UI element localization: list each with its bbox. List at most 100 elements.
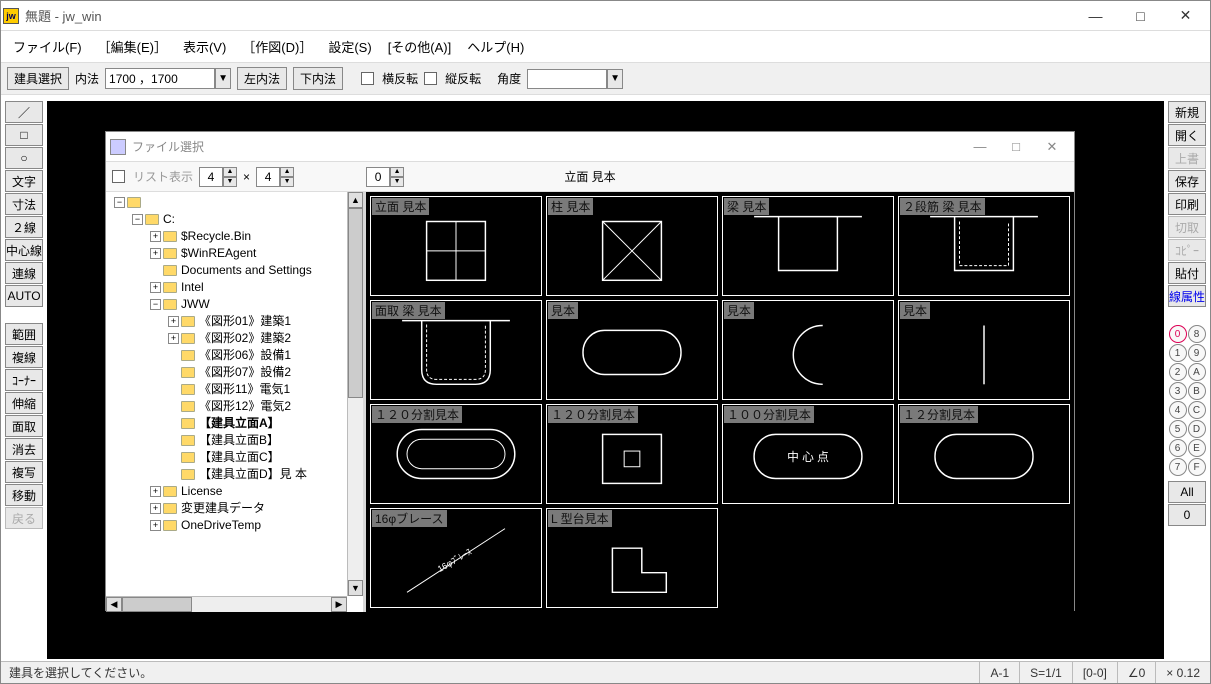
tree-node[interactable]: +$Recycle.Bin (114, 228, 361, 245)
menu-item[interactable]: ヘルプ(H) (461, 35, 530, 58)
tool-button[interactable]: 消去 (5, 438, 43, 460)
scroll-up-icon[interactable]: ▲ (348, 192, 363, 208)
tree-node[interactable]: 《図形07》設備2 (114, 364, 361, 381)
expand-icon[interactable]: + (150, 282, 161, 293)
tool-button[interactable]: ／ (5, 101, 43, 123)
inner-dimension-value[interactable]: 1700 ，1700 (105, 68, 215, 89)
tool-button[interactable]: 開く (1168, 124, 1206, 146)
tree-node[interactable]: 【建具立面A】 (114, 415, 361, 432)
tool-button[interactable]: 戻る (5, 507, 43, 529)
status-scale-cell[interactable]: S=1/1 (1019, 662, 1072, 683)
chevron-down-icon[interactable]: ▼ (607, 69, 623, 89)
tool-button[interactable]: □ (5, 124, 43, 146)
thumbnail-item[interactable]: １２０分割見本 (370, 404, 542, 504)
tool-button[interactable]: 上書 (1168, 147, 1206, 169)
tool-button[interactable]: 保存 (1168, 170, 1206, 192)
rows-spinner[interactable]: ▲▼ (256, 167, 294, 187)
list-view-checkbox[interactable] (112, 170, 125, 183)
tool-button[interactable]: 範囲 (5, 323, 43, 345)
layer-cell[interactable]: 0 (1169, 325, 1187, 343)
menu-item[interactable]: [その他(A)] (382, 35, 458, 58)
tool-button[interactable]: 移動 (5, 484, 43, 506)
angle-value[interactable] (527, 69, 607, 89)
thumbnail-item[interactable]: １００分割見本中 心 点 (722, 404, 894, 504)
up-icon[interactable]: ▲ (223, 167, 237, 177)
tree-node[interactable]: +$WinREAgent (114, 245, 361, 262)
tool-button[interactable]: ｺｰﾅｰ (5, 369, 43, 391)
expand-icon[interactable]: + (150, 486, 161, 497)
menu-item[interactable]: 設定(S) (322, 35, 377, 58)
collapse-icon[interactable]: − (150, 299, 161, 310)
tool-button[interactable]: ２線 (5, 216, 43, 238)
tool-button[interactable]: 印刷 (1168, 193, 1206, 215)
layer-zero-button[interactable]: 0 (1168, 504, 1206, 526)
thumbnail-item[interactable]: 立面 見本 (370, 196, 542, 296)
tool-button[interactable]: 貼付 (1168, 262, 1206, 284)
up-icon[interactable]: ▲ (390, 167, 404, 177)
page-input[interactable] (366, 167, 390, 187)
scroll-down-icon[interactable]: ▼ (348, 580, 363, 596)
layer-cell[interactable]: C (1188, 401, 1206, 419)
tool-button[interactable]: 伸縮 (5, 392, 43, 414)
tool-button[interactable]: 線属性 (1168, 285, 1206, 307)
tool-button[interactable]: 複写 (5, 461, 43, 483)
close-button[interactable]: ✕ (1163, 1, 1208, 31)
page-spinner[interactable]: ▲▼ (366, 167, 404, 187)
thumbnail-item[interactable]: 見本 (898, 300, 1070, 400)
layer-cell[interactable]: F (1188, 458, 1206, 476)
status-layer-cell[interactable]: A-1 (979, 662, 1019, 683)
layer-cell[interactable]: 2 (1169, 363, 1187, 381)
expand-icon[interactable]: + (168, 333, 179, 344)
tool-button[interactable]: 連線 (5, 262, 43, 284)
scroll-track[interactable] (192, 597, 331, 612)
expand-icon[interactable]: + (150, 520, 161, 531)
maximize-button[interactable]: □ (1118, 1, 1163, 31)
status-angle-cell[interactable]: ∠0 (1117, 662, 1155, 683)
dialog-minimize-button[interactable]: — (962, 133, 998, 161)
scroll-thumb[interactable] (348, 208, 363, 398)
tool-button[interactable]: 新規 (1168, 101, 1206, 123)
layer-cell[interactable]: A (1188, 363, 1206, 381)
layer-cell[interactable]: 6 (1169, 439, 1187, 457)
dialog-maximize-button[interactable]: □ (998, 133, 1034, 161)
tool-button[interactable]: ｺﾋﾟｰ (1168, 239, 1206, 261)
tree-node[interactable]: −C: (114, 211, 361, 228)
status-zoom-cell[interactable]: × 0.12 (1155, 662, 1210, 683)
tool-button[interactable]: 切取 (1168, 216, 1206, 238)
up-icon[interactable]: ▲ (280, 167, 294, 177)
expand-icon[interactable]: + (150, 248, 161, 259)
tree-horizontal-scrollbar[interactable]: ◀ ▶ (106, 596, 347, 612)
thumbnail-item[interactable]: 梁 見本 (722, 196, 894, 296)
tree-node[interactable]: −JWW (114, 296, 361, 313)
tool-button[interactable]: 文字 (5, 170, 43, 192)
tree-node[interactable]: 【建具立面C】 (114, 449, 361, 466)
left-inner-button[interactable]: 左内法 (237, 67, 287, 90)
tree-node[interactable]: +《図形02》建築2 (114, 330, 361, 347)
thumbnail-item[interactable]: ２段筋 梁 見本 (898, 196, 1070, 296)
inner-dimension-combo[interactable]: 1700 ，1700 ▼ (105, 68, 231, 89)
tree-node[interactable]: 《図形12》電気2 (114, 398, 361, 415)
layer-cell[interactable]: 1 (1169, 344, 1187, 362)
tree-node[interactable]: − (114, 194, 361, 211)
flip-vertical-checkbox[interactable] (424, 72, 437, 85)
expand-icon[interactable]: + (168, 316, 179, 327)
tool-button[interactable]: 複線 (5, 346, 43, 368)
scroll-right-icon[interactable]: ▶ (331, 597, 347, 612)
thumbnail-item[interactable]: １２分割見本 (898, 404, 1070, 504)
down-icon[interactable]: ▼ (223, 177, 237, 187)
collapse-icon[interactable]: − (114, 197, 125, 208)
flip-horizontal-checkbox[interactable] (361, 72, 374, 85)
minimize-button[interactable]: — (1073, 1, 1118, 31)
tool-button[interactable]: 面取 (5, 415, 43, 437)
tree-node[interactable]: +OneDriveTemp (114, 517, 361, 534)
down-icon[interactable]: ▼ (280, 177, 294, 187)
tool-button[interactable]: ○ (5, 147, 43, 169)
dialog-close-button[interactable]: ✕ (1034, 133, 1070, 161)
chevron-down-icon[interactable]: ▼ (215, 68, 231, 89)
thumbnail-item[interactable]: 見本 (546, 300, 718, 400)
menu-item[interactable]: 表示(V) (177, 35, 232, 58)
thumbnail-item[interactable]: 面取 梁 見本 (370, 300, 542, 400)
rows-input[interactable] (256, 167, 280, 187)
tree-node[interactable]: +変更建具データ (114, 500, 361, 517)
tree-node[interactable]: +《図形01》建築1 (114, 313, 361, 330)
